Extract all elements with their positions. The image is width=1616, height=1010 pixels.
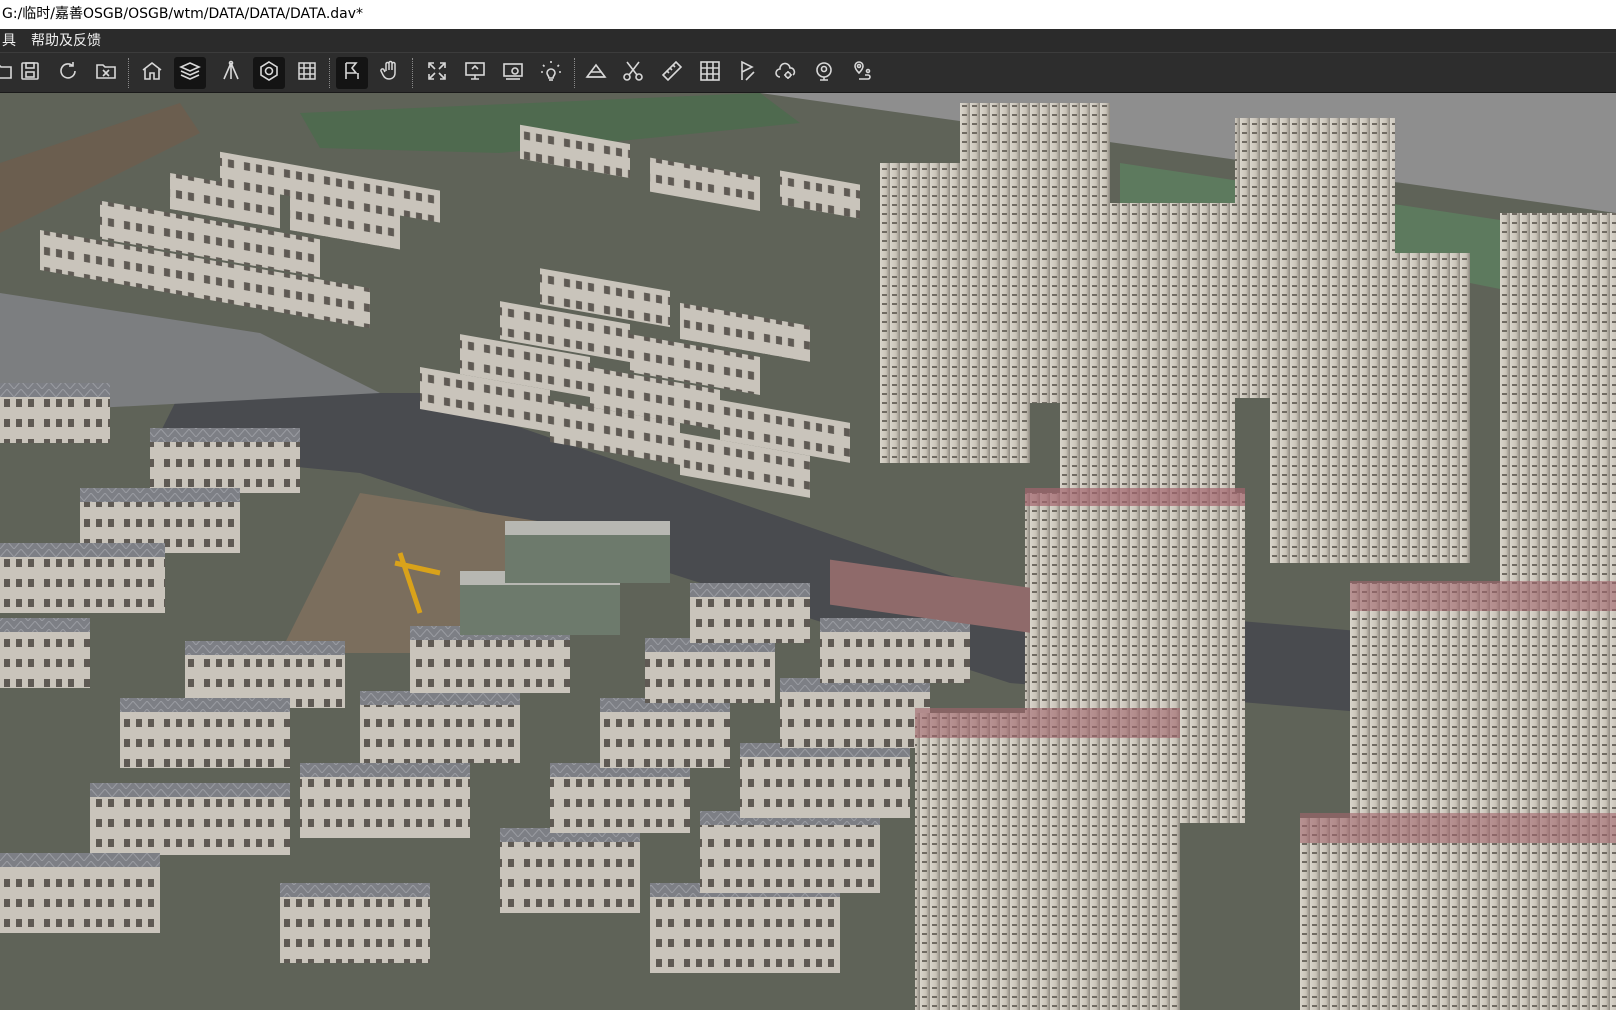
home-button[interactable] <box>136 57 168 89</box>
save-icon <box>18 59 42 87</box>
oblique-model-scene <box>0 93 1616 1010</box>
layers-icon <box>178 59 202 87</box>
toolbar-separator <box>128 58 129 88</box>
location-pin-icon <box>812 59 836 87</box>
route-button[interactable] <box>846 57 878 89</box>
window-title: G:/临时/嘉善OSGB/OSGB/wtm/DATA/DATA/DATA.dav… <box>2 6 364 22</box>
refresh-button[interactable] <box>52 57 84 89</box>
screenshot-icon <box>501 59 525 87</box>
toolbar-separator <box>412 58 413 88</box>
table-button[interactable] <box>694 57 726 89</box>
ruler-icon <box>660 59 684 87</box>
terrain-button[interactable] <box>580 57 612 89</box>
target-icon <box>257 59 281 87</box>
grid-icon <box>295 59 319 87</box>
select-button[interactable] <box>336 57 368 89</box>
menu-item-tools[interactable]: 具 <box>0 29 18 53</box>
tripod-icon <box>219 59 243 87</box>
monitor-icon <box>463 59 487 87</box>
pan-button[interactable] <box>374 57 406 89</box>
ruler-button[interactable] <box>656 57 688 89</box>
cloud-gear-icon <box>774 59 798 87</box>
refresh-icon <box>56 59 80 87</box>
select-icon <box>340 59 364 87</box>
cut-button[interactable] <box>617 57 649 89</box>
table-icon <box>698 59 722 87</box>
close-project-icon <box>94 59 118 87</box>
fullscreen-button[interactable] <box>421 57 453 89</box>
folder-open-icon <box>0 59 14 87</box>
save-button[interactable] <box>14 57 46 89</box>
menu-bar: 具 帮助及反馈 <box>0 29 1616 53</box>
toolbar-separator <box>574 58 575 88</box>
window-title-bar: G:/临时/嘉善OSGB/OSGB/wtm/DATA/DATA/DATA.dav… <box>0 0 1616 29</box>
pan-hand-icon <box>378 59 402 87</box>
route-icon <box>850 59 874 87</box>
target-button[interactable] <box>253 57 285 89</box>
screenshot-button[interactable] <box>497 57 529 89</box>
flag-icon <box>736 59 760 87</box>
cut-icon <box>621 59 645 87</box>
cloud-gear-button[interactable] <box>770 57 802 89</box>
toolbar-separator <box>329 58 330 88</box>
flag-button[interactable] <box>732 57 764 89</box>
location-pin-button[interactable] <box>808 57 840 89</box>
grid-button[interactable] <box>291 57 323 89</box>
toolbar <box>0 53 1616 93</box>
layers-button[interactable] <box>174 57 206 89</box>
fullscreen-icon <box>425 59 449 87</box>
light-icon <box>539 59 563 87</box>
terrain-icon <box>584 59 608 87</box>
close-project-button[interactable] <box>90 57 122 89</box>
tripod-button[interactable] <box>215 57 247 89</box>
menu-item-help-feedback[interactable]: 帮助及反馈 <box>29 29 103 53</box>
home-icon <box>140 59 164 87</box>
light-button[interactable] <box>535 57 567 89</box>
3d-viewport[interactable] <box>0 93 1616 1010</box>
monitor-button[interactable] <box>459 57 491 89</box>
